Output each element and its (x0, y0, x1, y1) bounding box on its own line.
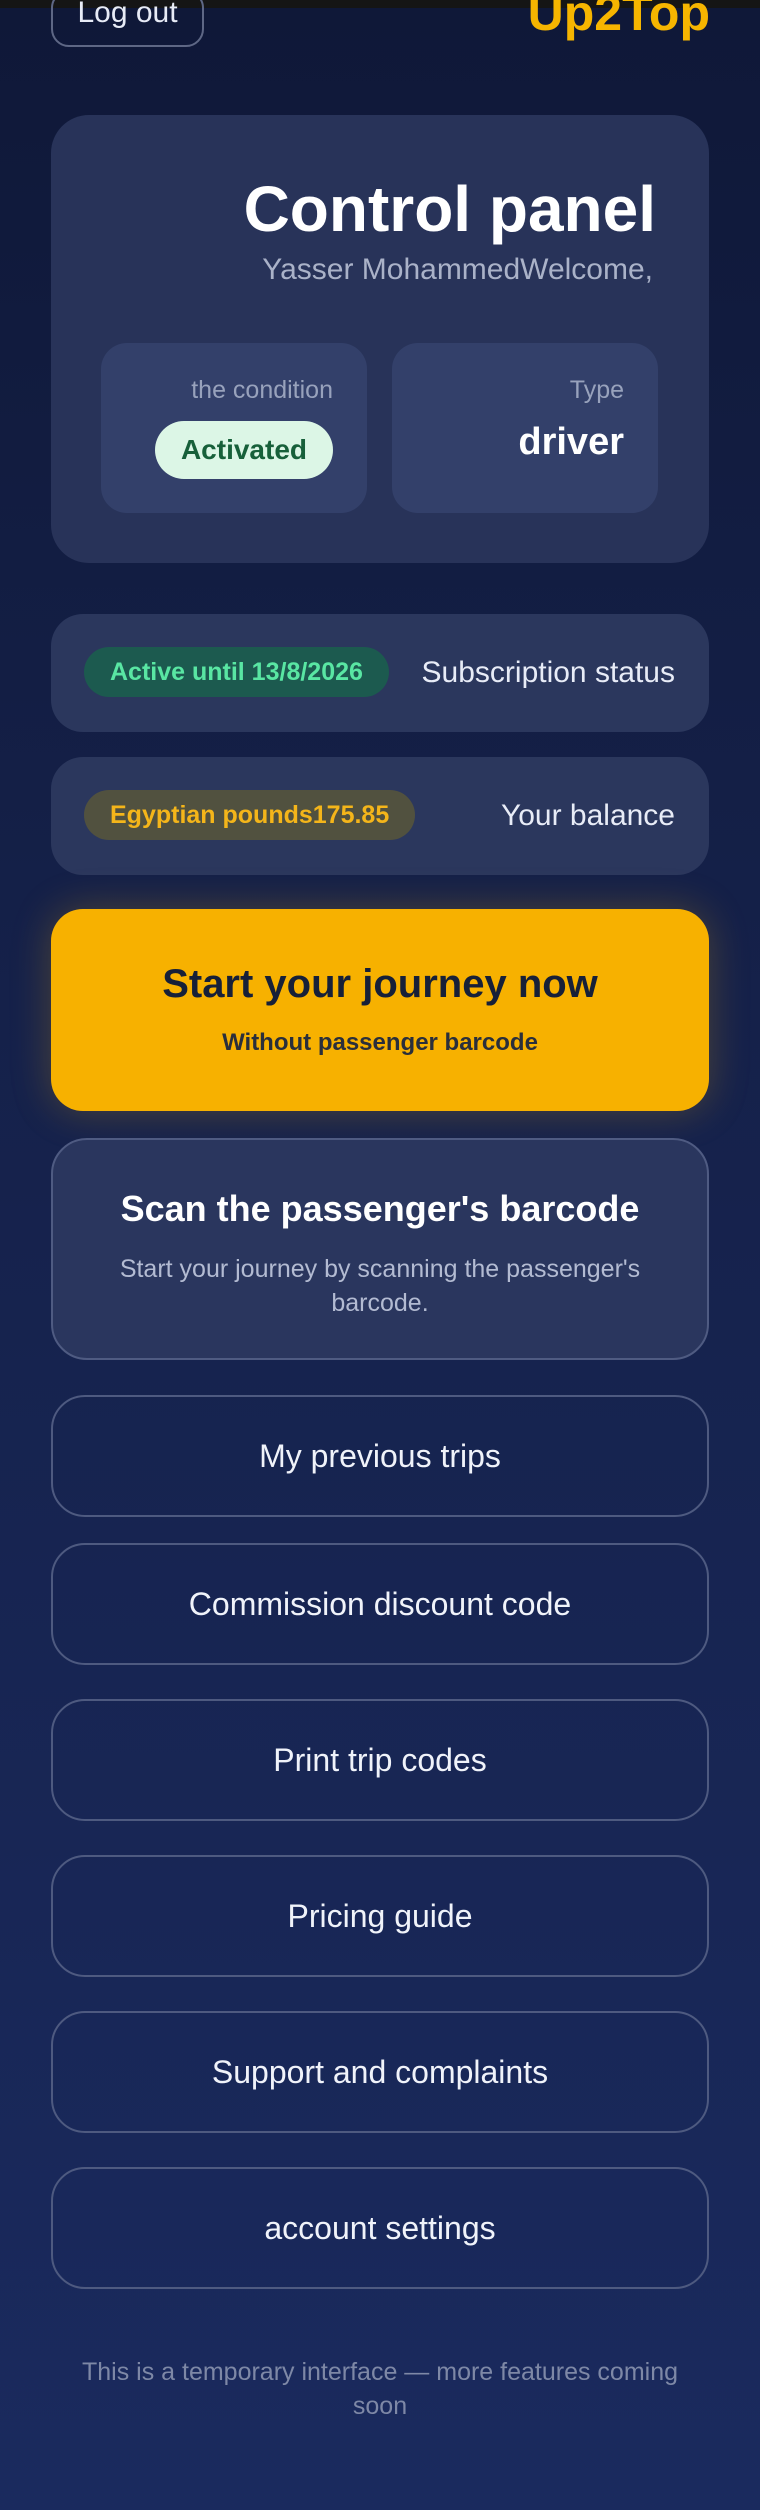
pricing-guide-button[interactable]: Pricing guide (51, 1855, 709, 1977)
condition-label: the condition (191, 376, 333, 404)
control-panel-card: Control panel Yasser MohammedWelcome, th… (51, 115, 709, 563)
logout-button[interactable]: Log out (51, 0, 204, 47)
scan-barcode-button[interactable]: Scan the passenger's barcode Start your … (51, 1138, 709, 1360)
subscription-status-card: Active until 13/8/2026 Subscription stat… (51, 614, 709, 732)
account-settings-button[interactable]: account settings (51, 2167, 709, 2289)
subscription-label: Subscription status (421, 656, 675, 689)
condition-tile: the condition Activated (101, 343, 367, 513)
print-trip-codes-button[interactable]: Print trip codes (51, 1699, 709, 1821)
status-badge: Activated (154, 421, 333, 479)
footer-note: This is a temporary interface — more fea… (81, 2358, 679, 2420)
start-journey-subtitle: Without passenger barcode (222, 1029, 538, 1056)
support-complaints-button[interactable]: Support and complaints (51, 2011, 709, 2133)
scan-barcode-title: Scan the passenger's barcode (120, 1188, 640, 1229)
brand-logo: Up2Top (527, 0, 710, 41)
balance-badge: Egyptian pounds175.85 (84, 790, 416, 840)
scan-barcode-subtitle: Start your journey by scanning the passe… (119, 1255, 641, 1317)
subscription-badge: Active until 13/8/2026 (84, 647, 389, 697)
type-label: Type (569, 376, 624, 404)
welcome-text: Yasser MohammedWelcome, (262, 253, 653, 286)
start-journey-button[interactable]: Start your journey now Without passenger… (51, 909, 709, 1111)
type-value: driver (518, 421, 624, 463)
previous-trips-button[interactable]: My previous trips (51, 1395, 709, 1517)
commission-discount-button[interactable]: Commission discount code (51, 1543, 709, 1665)
balance-card: Egyptian pounds175.85 Your balance (51, 757, 709, 875)
type-tile: Type driver (392, 343, 658, 513)
start-journey-title: Start your journey now (162, 962, 598, 1006)
balance-label: Your balance (500, 799, 675, 832)
page-title: Control panel (243, 173, 656, 245)
